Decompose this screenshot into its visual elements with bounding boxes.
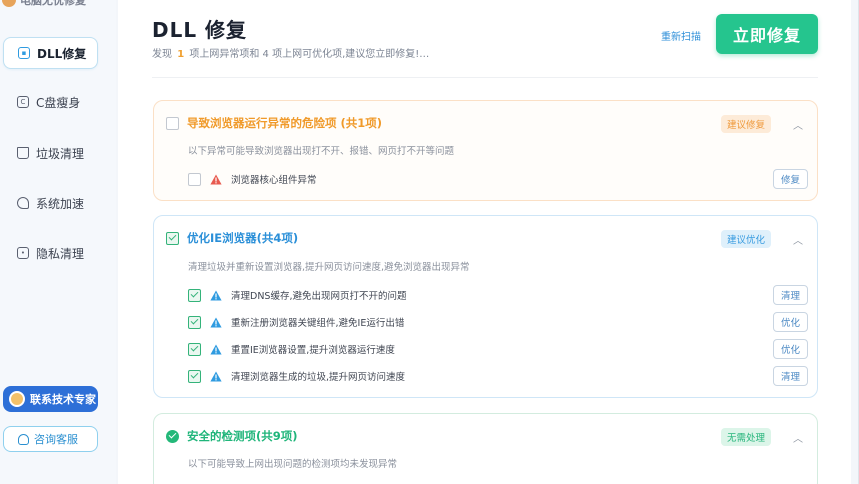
info-warning-icon bbox=[210, 344, 222, 354]
chevron-up-icon[interactable]: ︿ bbox=[791, 117, 805, 132]
customer-service-button[interactable]: 咨询客服 bbox=[3, 426, 98, 452]
customer-service-label: 咨询客服 bbox=[34, 433, 78, 446]
rocket-icon bbox=[17, 197, 29, 209]
group-description: 清理垃圾并重新设置浏览器,提升网页访问速度,避免浏览器出现异常 bbox=[188, 262, 470, 273]
group-checkbox[interactable] bbox=[166, 116, 179, 130]
sidebar-item-disk[interactable]: C C盘瘦身 bbox=[3, 86, 98, 118]
expert-avatar-icon bbox=[9, 391, 25, 407]
page-title: DLL 修复 bbox=[152, 18, 248, 42]
sidebar-item-speedup[interactable]: 系统加速 bbox=[3, 187, 98, 219]
sidebar-item-label: 系统加速 bbox=[36, 196, 85, 211]
clean-button[interactable]: 清理 bbox=[772, 366, 808, 386]
list-item: 重置IE浏览器设置,提升浏览器运行速度 优化 bbox=[188, 339, 808, 359]
group-description: 以下异常可能导致浏览器出现打不开、报错、网页打不开等问题 bbox=[188, 146, 455, 157]
optimize-button[interactable]: 优化 bbox=[772, 339, 808, 359]
group-header: 导致浏览器运行异常的危险项 (共1项) bbox=[166, 115, 382, 131]
sidebar-item-privacy[interactable]: • 隐私清理 bbox=[3, 237, 98, 269]
info-warning-icon bbox=[210, 317, 222, 327]
group-header: 优化IE浏览器(共4项) bbox=[166, 230, 298, 246]
sidebar-item-label: 垃圾清理 bbox=[36, 146, 85, 161]
item-label: 清理DNS缓存,避免出现网页打不开的问题 bbox=[231, 291, 407, 302]
app-brand: 电脑无忧修复 bbox=[0, 0, 110, 8]
sidebar: 电脑无忧修复 ▪ DLL修复 C C盘瘦身 垃圾清理 系统加速 • 隐私清理 联… bbox=[0, 0, 116, 484]
status-badge: 建议修复 bbox=[720, 115, 771, 133]
app-brand-label: 电脑无忧修复 bbox=[20, 0, 86, 7]
group-title: 导致浏览器运行异常的危险项 (共1项) bbox=[187, 116, 383, 130]
group-title: 优化IE浏览器(共4项) bbox=[187, 231, 299, 245]
list-item: 清理浏览器生成的垃圾,提升网页访问速度 清理 bbox=[188, 366, 808, 386]
item-label: 浏览器核心组件异常 bbox=[231, 175, 317, 186]
sidebar-item-label: C盘瘦身 bbox=[36, 95, 81, 110]
list-item: 清理DNS缓存,避免出现网页打不开的问题 清理 bbox=[188, 285, 808, 305]
danger-warning-icon bbox=[210, 174, 222, 184]
summary-prefix: 发现 bbox=[152, 49, 172, 60]
info-warning-icon bbox=[210, 290, 222, 300]
summary-danger-count: 1 bbox=[177, 49, 185, 60]
list-item: 浏览器核心组件异常 修复 bbox=[188, 169, 808, 189]
group-ie-optimize: 优化IE浏览器(共4项) 建议优化 ︿ 清理垃圾并重新设置浏览器,提升网页访问速… bbox=[153, 215, 818, 398]
group-checkbox[interactable] bbox=[166, 231, 179, 245]
sidebar-item-trash[interactable]: 垃圾清理 bbox=[3, 137, 98, 169]
sidebar-item-label: DLL修复 bbox=[37, 46, 87, 61]
clean-button[interactable]: 清理 bbox=[772, 285, 808, 305]
item-checkbox[interactable] bbox=[188, 315, 201, 329]
item-checkbox[interactable] bbox=[188, 172, 201, 186]
header-divider bbox=[152, 77, 818, 78]
list-item: 重新注册浏览器关键组件,避免IE运行出错 优化 bbox=[188, 312, 808, 332]
summary-text: 项上网异常项和 4 项上网可优化项,建议您立即修复!… bbox=[189, 49, 430, 60]
dll-icon: ▪ bbox=[18, 47, 30, 59]
main-panel: DLL 修复 发现 1 项上网异常项和 4 项上网可优化项,建议您立即修复!… … bbox=[118, 0, 851, 484]
chevron-up-icon[interactable]: ︿ bbox=[791, 232, 805, 247]
sidebar-item-dll[interactable]: ▪ DLL修复 bbox=[3, 37, 98, 69]
item-label: 重新注册浏览器关键组件,避免IE运行出错 bbox=[231, 318, 405, 329]
group-title: 安全的检测项(共9项) bbox=[187, 429, 298, 443]
repair-now-button[interactable]: 立即修复 bbox=[716, 14, 818, 54]
scan-summary: 发现 1 项上网异常项和 4 项上网可优化项,建议您立即修复!… bbox=[152, 45, 429, 60]
repair-button[interactable]: 修复 bbox=[772, 169, 808, 189]
contact-expert-button[interactable]: 联系技术专家 bbox=[3, 386, 98, 412]
sidebar-item-label: 隐私清理 bbox=[36, 246, 85, 261]
check-circle-icon bbox=[166, 429, 179, 443]
trash-icon bbox=[17, 147, 29, 159]
group-description: 以下可能导致上网出现问题的检测项均未发现异常 bbox=[188, 459, 398, 470]
status-badge: 无需处理 bbox=[720, 428, 771, 446]
app-window: 电脑无忧修复 ▪ DLL修复 C C盘瘦身 垃圾清理 系统加速 • 隐私清理 联… bbox=[0, 0, 859, 484]
rescan-link[interactable]: 重新扫描 bbox=[661, 28, 701, 43]
status-badge: 建议优化 bbox=[720, 230, 771, 248]
item-label: 重置IE浏览器设置,提升浏览器运行速度 bbox=[231, 345, 395, 356]
app-logo-icon bbox=[2, 0, 16, 7]
info-warning-icon bbox=[210, 371, 222, 381]
optimize-button[interactable]: 优化 bbox=[772, 312, 808, 332]
disk-icon: C bbox=[17, 96, 29, 108]
headset-icon bbox=[18, 433, 29, 445]
chevron-up-icon[interactable]: ︿ bbox=[791, 430, 805, 445]
item-checkbox[interactable] bbox=[188, 342, 201, 356]
group-danger: 导致浏览器运行异常的危险项 (共1项) 建议修复 ︿ 以下异常可能导致浏览器出现… bbox=[153, 100, 818, 201]
item-checkbox[interactable] bbox=[188, 288, 201, 302]
item-label: 清理浏览器生成的垃圾,提升网页访问速度 bbox=[231, 372, 406, 383]
item-checkbox[interactable] bbox=[188, 369, 201, 383]
group-header: 安全的检测项(共9项) bbox=[166, 428, 298, 444]
privacy-icon: • bbox=[17, 247, 29, 259]
contact-expert-label: 联系技术专家 bbox=[30, 393, 96, 406]
group-safe: 安全的检测项(共9项) 无需处理 ︿ 以下可能导致上网出现问题的检测项均未发现异… bbox=[153, 413, 818, 484]
